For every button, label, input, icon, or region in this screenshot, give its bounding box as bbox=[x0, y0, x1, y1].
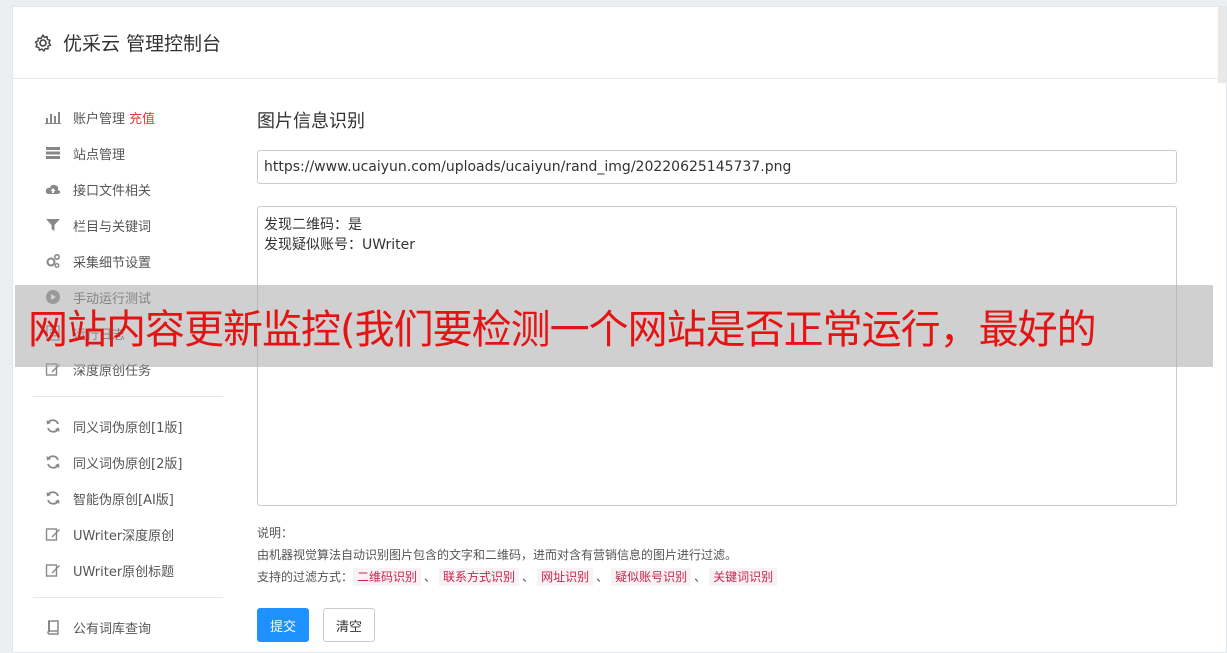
button-row: 提交 清空 bbox=[257, 608, 1179, 642]
tag-separator: 、 bbox=[424, 570, 437, 584]
book-icon bbox=[45, 619, 61, 635]
refresh-icon bbox=[45, 454, 61, 470]
sidebar-item[interactable]: 栏目与关键词 bbox=[33, 207, 223, 243]
filter-tag: 网址识别 bbox=[537, 568, 594, 586]
bar-chart-icon bbox=[45, 109, 61, 125]
filter-methods: 支持的过滤方式： 二维码识别、联系方式识别、网址识别、疑似账号识别、关键词识别 bbox=[257, 566, 1179, 588]
header: 优采云 管理控制台 bbox=[13, 7, 1226, 79]
refresh-icon bbox=[45, 418, 61, 434]
sidebar-item-label: 账户管理 bbox=[73, 111, 126, 127]
sidebar-item-label: 同义词伪原创[1版] bbox=[73, 420, 183, 436]
sidebar-item[interactable]: UWriter深度原创 bbox=[33, 516, 223, 552]
filter-tag: 关键词识别 bbox=[709, 568, 778, 586]
clear-button[interactable]: 清空 bbox=[323, 608, 376, 642]
tag-separator: 、 bbox=[694, 570, 707, 584]
sidebar-item-label: 站点管理 bbox=[73, 147, 126, 163]
server-icon bbox=[45, 145, 61, 161]
sidebar-item[interactable]: UWriter原创标题 bbox=[33, 552, 223, 588]
watermark-banner: 网站内容更新监控(我们要检测一个网站是否正常运行，最好的 bbox=[15, 285, 1213, 367]
notes-description: 由机器视觉算法自动识别图片包含的文字和二维码，进而对含有营销信息的图片进行过滤。 bbox=[257, 548, 738, 562]
sidebar-item[interactable]: 站点管理 bbox=[33, 135, 223, 171]
recharge-link[interactable]: 充值 bbox=[129, 108, 155, 127]
sidebar-item-label: 公有词库查询 bbox=[73, 621, 152, 637]
sidebar-item[interactable]: 公有词库查询 bbox=[33, 609, 223, 645]
sidebar-item-label: 智能伪原创[AI版] bbox=[73, 492, 174, 508]
cloud-upload-icon bbox=[45, 181, 61, 197]
filter-label: 支持的过滤方式： bbox=[257, 570, 354, 584]
sidebar-item[interactable]: 同义词伪原创[2版] bbox=[33, 444, 223, 480]
sidebar-item[interactable]: 同义词伪原创[1版] bbox=[33, 408, 223, 444]
sidebar-item-label: UWriter深度原创 bbox=[73, 528, 175, 544]
sidebar-item-label: 采集细节设置 bbox=[73, 255, 152, 271]
banner-text: 网站内容更新监控(我们要检测一个网站是否正常运行，最好的 bbox=[28, 307, 1097, 353]
notes: 说明： 由机器视觉算法自动识别图片包含的文字和二维码，进而对含有营销信息的图片进… bbox=[257, 522, 1179, 588]
tag-separator: 、 bbox=[596, 570, 609, 584]
edit-icon bbox=[45, 526, 61, 542]
sidebar: 账户管理充值站点管理接口文件相关栏目与关键词采集细节设置手动运行测试运行日志深度… bbox=[33, 99, 223, 645]
image-url-input[interactable] bbox=[257, 150, 1177, 184]
edit-icon bbox=[45, 562, 61, 578]
sidebar-item-label: 栏目与关键词 bbox=[73, 219, 152, 235]
tag-separator: 、 bbox=[522, 570, 535, 584]
sidebar-item-label: 同义词伪原创[2版] bbox=[73, 456, 183, 472]
filter-tag: 联系方式识别 bbox=[439, 568, 520, 586]
submit-button[interactable]: 提交 bbox=[257, 608, 310, 642]
sidebar-item[interactable]: 账户管理 充值 bbox=[33, 99, 223, 135]
gears-icon bbox=[45, 253, 61, 269]
filter-tag: 疑似账号识别 bbox=[611, 568, 692, 586]
filter-icon bbox=[45, 217, 61, 233]
sidebar-item[interactable]: 采集细节设置 bbox=[33, 243, 223, 279]
filter-tag: 二维码识别 bbox=[353, 568, 422, 586]
refresh-icon bbox=[45, 490, 61, 506]
sidebar-item-label: 接口文件相关 bbox=[73, 183, 152, 199]
page-title: 优采云 管理控制台 bbox=[63, 33, 222, 55]
notes-label: 说明： bbox=[257, 526, 294, 540]
sidebar-divider bbox=[33, 396, 223, 397]
sidebar-divider bbox=[33, 597, 223, 598]
header-scrollbar[interactable] bbox=[1218, 7, 1226, 83]
sidebar-item-label: UWriter原创标题 bbox=[73, 564, 175, 580]
section-title: 图片信息识别 bbox=[257, 111, 365, 132]
gear-icon bbox=[34, 33, 52, 52]
main-content: 图片信息识别 发现二维码：是 发现疑似账号：UWriter 说明： 由机器视觉算… bbox=[257, 107, 1179, 642]
sidebar-item[interactable]: 智能伪原创[AI版] bbox=[33, 480, 223, 516]
sidebar-item[interactable]: 接口文件相关 bbox=[33, 171, 223, 207]
